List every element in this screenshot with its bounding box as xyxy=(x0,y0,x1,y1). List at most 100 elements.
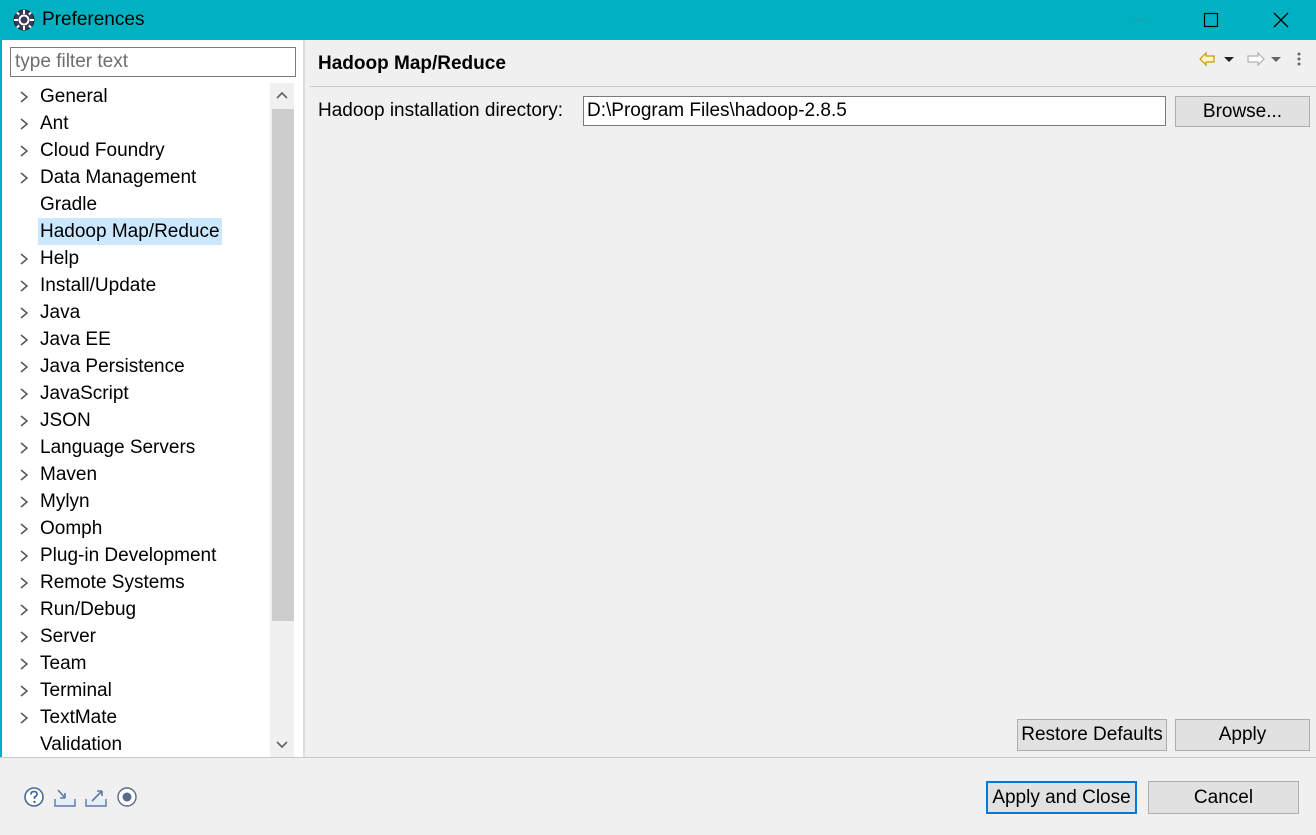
scroll-thumb[interactable] xyxy=(272,109,294,621)
chevron-right-icon[interactable] xyxy=(18,684,30,698)
restore-defaults-button[interactable]: Restore Defaults xyxy=(1017,719,1167,751)
tree-item-label: Help xyxy=(40,248,80,269)
preferences-window: Preferences General Ant Cloud Foundry Data … xyxy=(0,0,1316,835)
eclipse-gear-icon xyxy=(13,9,35,31)
preferences-tree[interactable]: General Ant Cloud Foundry Data Management Gr… xyxy=(2,83,268,757)
tree-item[interactable]: Language Servers xyxy=(2,434,268,461)
title-separator xyxy=(310,86,1316,87)
tree-item[interactable]: Java xyxy=(2,299,268,326)
tree-item-label: Server xyxy=(40,626,96,647)
chevron-right-icon[interactable] xyxy=(18,306,30,320)
chevron-right-icon[interactable] xyxy=(18,144,30,158)
chevron-right-icon[interactable] xyxy=(18,522,30,536)
hadoop-dir-input[interactable] xyxy=(583,96,1166,126)
back-menu-chevron-icon[interactable] xyxy=(1224,57,1234,62)
tree-item[interactable]: Java EE xyxy=(2,326,268,353)
browse-button[interactable]: Browse... xyxy=(1175,96,1310,127)
tree-item[interactable]: Team xyxy=(2,650,268,677)
title-bar[interactable]: Preferences xyxy=(0,0,1316,40)
tree-item-label: Terminal xyxy=(40,680,112,701)
tree-item-label: Oomph xyxy=(40,518,103,539)
tree-item-label: Team xyxy=(40,653,87,674)
tree-item-label: Cloud Foundry xyxy=(40,140,165,161)
footer-icon-bar xyxy=(22,785,139,809)
chevron-right-icon[interactable] xyxy=(18,468,30,482)
page-navigation xyxy=(1199,51,1301,67)
tree-item-label: JavaScript xyxy=(40,383,129,404)
close-icon xyxy=(1273,12,1289,28)
chevron-right-icon[interactable] xyxy=(18,279,30,293)
tree-item[interactable]: Cloud Foundry xyxy=(2,137,268,164)
tree-item-label: TextMate xyxy=(40,707,118,728)
tree-item[interactable]: Help xyxy=(2,245,268,272)
tree-item[interactable]: Java Persistence xyxy=(2,353,268,380)
close-button[interactable] xyxy=(1246,0,1316,40)
hadoop-dir-label: Hadoop installation directory: xyxy=(318,100,564,121)
preferences-tree-panel: General Ant Cloud Foundry Data Management Gr… xyxy=(0,40,303,757)
tree-item-label: Plug-in Development xyxy=(40,545,217,566)
filter-input[interactable] xyxy=(10,47,296,77)
import-icon[interactable] xyxy=(53,785,77,809)
tree-item[interactable]: Maven xyxy=(2,461,268,488)
tree-item[interactable]: Hadoop Map/Reduce xyxy=(2,218,268,245)
tree-item[interactable]: Oomph xyxy=(2,515,268,542)
tree-item[interactable]: JSON xyxy=(2,407,268,434)
tree-item[interactable]: Install/Update xyxy=(2,272,268,299)
chevron-right-icon[interactable] xyxy=(18,117,30,131)
tree-item[interactable]: Remote Systems xyxy=(2,569,268,596)
page-title: Hadoop Map/Reduce xyxy=(318,53,506,74)
chevron-right-icon[interactable] xyxy=(18,90,30,104)
view-menu-icon[interactable] xyxy=(1297,52,1301,66)
apply-and-close-button[interactable]: Apply and Close xyxy=(986,781,1137,814)
cancel-button[interactable]: Cancel xyxy=(1148,781,1299,814)
tree-item[interactable]: Ant xyxy=(2,110,268,137)
minimize-button[interactable] xyxy=(1106,0,1176,40)
footer-separator xyxy=(0,757,1316,758)
chevron-right-icon[interactable] xyxy=(18,603,30,617)
chevron-right-icon[interactable] xyxy=(18,414,30,428)
export-icon[interactable] xyxy=(84,785,108,809)
forward-arrow-icon[interactable] xyxy=(1247,51,1265,67)
tree-item[interactable]: TextMate xyxy=(2,704,268,731)
tree-item-label: Ant xyxy=(40,113,69,134)
tree-item[interactable]: Plug-in Development xyxy=(2,542,268,569)
tree-item[interactable]: General xyxy=(2,83,268,110)
chevron-right-icon[interactable] xyxy=(18,495,30,509)
tree-item-label: Maven xyxy=(40,464,98,485)
chevron-right-icon[interactable] xyxy=(18,252,30,266)
chevron-right-icon[interactable] xyxy=(18,576,30,590)
tree-item[interactable]: Data Management xyxy=(2,164,268,191)
panel-divider[interactable] xyxy=(303,40,305,757)
tree-item[interactable]: Server xyxy=(2,623,268,650)
tree-item-label: Remote Systems xyxy=(40,572,185,593)
maximize-button[interactable] xyxy=(1176,0,1246,40)
chevron-right-icon[interactable] xyxy=(18,657,30,671)
tree-item-label: Mylyn xyxy=(40,491,90,512)
chevron-right-icon[interactable] xyxy=(18,333,30,347)
forward-menu-chevron-icon[interactable] xyxy=(1271,57,1281,62)
tree-item[interactable]: Validation xyxy=(2,731,268,757)
chevron-right-icon[interactable] xyxy=(18,387,30,401)
tree-item-label: Install/Update xyxy=(40,275,157,296)
tree-item-label: Language Servers xyxy=(40,437,196,458)
tree-item[interactable]: Mylyn xyxy=(2,488,268,515)
tree-item[interactable]: JavaScript xyxy=(2,380,268,407)
chevron-right-icon[interactable] xyxy=(18,171,30,185)
back-arrow-icon[interactable] xyxy=(1199,51,1215,67)
tree-item[interactable]: Gradle xyxy=(2,191,268,218)
chevron-right-icon[interactable] xyxy=(18,360,30,374)
help-icon[interactable] xyxy=(22,785,46,809)
tree-item-label: Hadoop Map/Reduce xyxy=(38,218,222,245)
chevron-down-icon xyxy=(276,741,288,749)
chevron-right-icon[interactable] xyxy=(18,711,30,725)
scroll-down-button[interactable] xyxy=(270,733,294,757)
tree-scrollbar[interactable] xyxy=(270,83,294,757)
tree-item[interactable]: Terminal xyxy=(2,677,268,704)
tree-item[interactable]: Run/Debug xyxy=(2,596,268,623)
chevron-right-icon[interactable] xyxy=(18,549,30,563)
chevron-right-icon[interactable] xyxy=(18,630,30,644)
apply-button[interactable]: Apply xyxy=(1175,719,1310,751)
oomph-record-icon[interactable] xyxy=(115,785,139,809)
chevron-right-icon[interactable] xyxy=(18,441,30,455)
scroll-up-button[interactable] xyxy=(270,83,294,107)
